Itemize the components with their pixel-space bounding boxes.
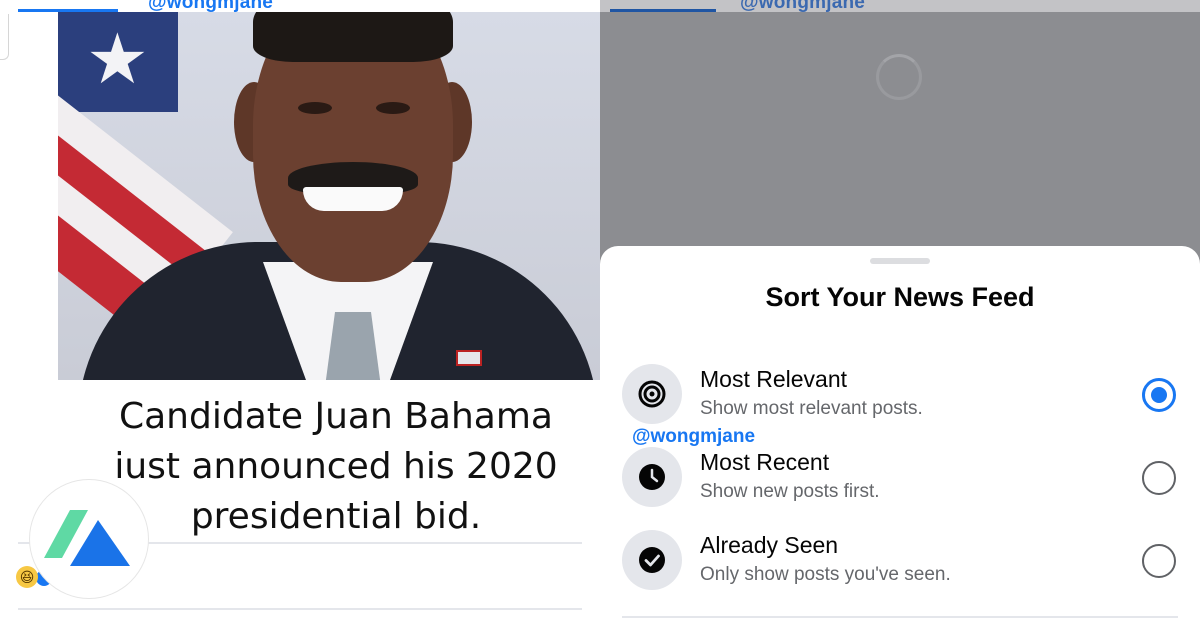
target-icon <box>622 364 682 424</box>
radio-unselected[interactable] <box>1142 544 1176 578</box>
lapel-pin <box>456 350 482 366</box>
flag-star-icon: ★ <box>86 20 149 98</box>
radio-unselected[interactable] <box>1142 461 1176 495</box>
author-handle: @wongmjane <box>740 0 866 13</box>
brand-logo <box>30 480 148 598</box>
divider <box>18 608 582 610</box>
caption-line: iust announced his 2020 <box>114 446 558 487</box>
watermark-handle: @wongmjane <box>632 426 756 447</box>
caption-line: Candidate Juan Bahama <box>118 396 553 437</box>
option-description: Show most relevant posts. <box>700 398 923 419</box>
edge-frame <box>0 14 9 60</box>
option-label: Most Relevant <box>700 366 848 392</box>
clock-icon <box>622 447 682 507</box>
caption-line: presidential bid. <box>190 496 482 537</box>
right-screenshot: @wongmjane Sort Your News Feed Most Rele… <box>600 0 1200 628</box>
option-description: Show new posts first. <box>700 481 880 502</box>
option-label: Already Seen <box>700 532 839 558</box>
divider <box>622 616 1178 618</box>
hair <box>253 12 453 62</box>
active-tab-indicator <box>610 9 716 12</box>
option-label: Most Recent <box>700 449 830 475</box>
sheet-title: Sort Your News Feed <box>765 282 1035 312</box>
option-already-seen[interactable]: Already Seen Only show posts you've seen… <box>600 530 1200 610</box>
brand-logo-icon <box>44 510 130 566</box>
smile <box>303 187 403 211</box>
meme-caption: Candidate Juan Bahama iust announced his… <box>72 380 600 537</box>
loading-spinner-icon <box>876 54 922 100</box>
check-circle-icon <box>622 530 682 590</box>
sheet-grabber[interactable] <box>870 258 930 264</box>
eye <box>298 102 332 114</box>
radio-selected[interactable] <box>1142 378 1176 412</box>
meme-photo: ★ <box>58 12 600 380</box>
option-description: Only show posts you've seen. <box>700 564 951 585</box>
option-most-recent[interactable]: Most Recent Show new posts first. <box>600 447 1200 527</box>
left-screenshot: @wongmjane ★ Candidate Juan Bahama iust … <box>0 0 600 628</box>
eye <box>376 102 410 114</box>
